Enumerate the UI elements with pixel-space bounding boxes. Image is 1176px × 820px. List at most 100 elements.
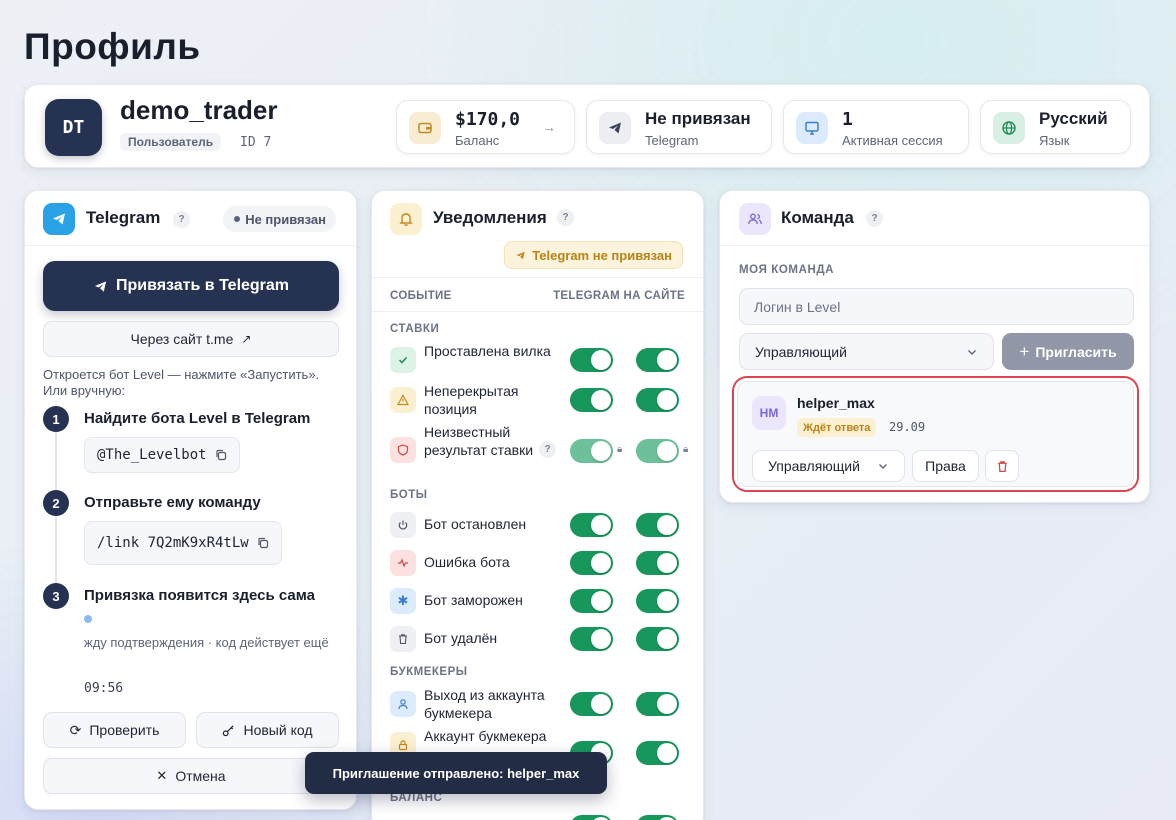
- cancel-label: Отмена: [175, 768, 226, 784]
- bot-name-code[interactable]: @The_Levelbot: [84, 437, 240, 473]
- session-value: 1: [842, 109, 853, 130]
- site-toggle[interactable]: [636, 513, 679, 537]
- site-toggle[interactable]: [636, 692, 679, 716]
- check-button[interactable]: ⟳ Проверить: [43, 712, 186, 748]
- column-channels: TELEGRAM НА САЙТЕ: [553, 290, 685, 302]
- role-select[interactable]: Управляющий: [739, 333, 994, 370]
- telegram-toggle[interactable]: [570, 348, 613, 372]
- step-title: Привязка появится здесь сама: [84, 587, 316, 604]
- role-select-value: Управляющий: [755, 343, 847, 360]
- wallet-icon: [409, 112, 441, 144]
- site-toggle[interactable]: [636, 815, 679, 820]
- rights-label: Права: [925, 458, 966, 474]
- globe-icon: [993, 112, 1025, 144]
- team-panel-header: Команда ?: [720, 191, 1149, 246]
- language-label: Язык: [1039, 133, 1070, 148]
- trash-icon: [996, 460, 1009, 473]
- telegram-toggle[interactable]: [570, 513, 613, 537]
- username: demo_trader: [120, 95, 278, 125]
- new-code-label: Новый код: [243, 722, 313, 738]
- link-command-text: /link 7Q2mK9xR4tLw: [97, 535, 249, 551]
- member-role-value: Управляющий: [768, 458, 860, 474]
- list-item: ✱ Бот заморожен: [390, 586, 690, 616]
- telegram-toggle[interactable]: [570, 551, 613, 575]
- bell-icon: [390, 203, 422, 235]
- site-toggle[interactable]: [636, 348, 679, 372]
- telegram-toggle[interactable]: [570, 388, 613, 412]
- send-icon: [599, 112, 631, 144]
- arrow-right-icon: →: [542, 119, 556, 135]
- send-icon: [515, 250, 526, 261]
- language-value: Русский: [1039, 109, 1108, 128]
- language-stat[interactable]: Русский Язык: [980, 100, 1131, 154]
- page-title: Профиль: [24, 26, 201, 67]
- column-event: СОБЫТИЕ: [390, 290, 452, 302]
- help-icon[interactable]: ?: [173, 211, 190, 228]
- chevron-down-icon: [877, 460, 889, 472]
- link-command-code[interactable]: /link 7Q2mK9xR4tLw: [84, 521, 282, 565]
- telegram-toggle[interactable]: [570, 692, 613, 716]
- list-item: Бот удалён: [390, 624, 690, 654]
- step-number: 2: [43, 490, 69, 516]
- monitor-icon: [796, 112, 828, 144]
- telegram-panel: Telegram ? Не привязан Привязать в Teleg…: [24, 190, 357, 810]
- telegram-toggle[interactable]: [570, 589, 613, 613]
- close-icon: ✕: [156, 768, 168, 783]
- step-title: Отправьте ему команду: [84, 494, 261, 511]
- cancel-button[interactable]: ✕ Отмена: [43, 758, 339, 794]
- invite-button[interactable]: + Пригласить: [1002, 333, 1134, 370]
- new-code-button[interactable]: Новый код: [196, 712, 339, 748]
- list-item: Неизвестный результат ставки ? 🔒︎ 🔒︎: [390, 423, 690, 479]
- open-tme-button[interactable]: Через сайт t.me ↗: [43, 321, 339, 357]
- copy-icon[interactable]: [257, 537, 269, 549]
- site-toggle[interactable]: [636, 741, 679, 765]
- help-icon[interactable]: ?: [557, 209, 574, 226]
- copy-icon[interactable]: [215, 449, 227, 461]
- lock-icon: 🔒︎: [617, 444, 623, 455]
- balance-value: $170,0: [455, 109, 521, 130]
- site-toggle[interactable]: [636, 551, 679, 575]
- list-item: Выход из аккаунта букмекера: [390, 686, 690, 722]
- open-tme-label: Через сайт t.me: [130, 331, 234, 347]
- site-toggle[interactable]: [636, 439, 679, 463]
- member-date: 29.09: [889, 420, 926, 434]
- site-toggle[interactable]: [636, 627, 679, 651]
- my-team-label: МОЯ КОМАНДА: [739, 264, 835, 276]
- user-icon: [390, 691, 416, 717]
- telegram-toggle[interactable]: [570, 627, 613, 651]
- help-icon[interactable]: ?: [866, 210, 883, 227]
- hint-text: Откроется бот Level — нажмите «Запустить…: [43, 367, 320, 398]
- list-item: Проставлена вилка: [390, 342, 690, 378]
- rights-button[interactable]: Права: [912, 450, 979, 482]
- session-stat[interactable]: 1 Активная сессия: [783, 100, 969, 154]
- divider: [372, 311, 703, 312]
- link-telegram-button[interactable]: Привязать в Telegram: [43, 261, 339, 311]
- telegram-warning-badge: Telegram не привязан: [504, 241, 683, 269]
- site-toggle[interactable]: [636, 589, 679, 613]
- bot-name-text: @The_Levelbot: [97, 447, 207, 463]
- group-bots: БОТЫ: [390, 489, 428, 501]
- telegram-toggle[interactable]: [570, 439, 613, 463]
- site-toggle[interactable]: [636, 388, 679, 412]
- user-id: ID 7: [240, 135, 272, 150]
- trash-icon: [390, 626, 416, 652]
- login-input[interactable]: [739, 288, 1134, 325]
- power-icon: [390, 512, 416, 538]
- link-telegram-label: Привязать в Telegram: [115, 277, 290, 294]
- event-label: Проставлена вилка: [424, 343, 551, 359]
- member-role-select[interactable]: Управляющий: [752, 450, 905, 482]
- step-number: 3: [43, 583, 69, 609]
- status-badge: Не привязан: [223, 206, 336, 232]
- team-title: Команда: [781, 208, 854, 227]
- wait-text: жду подтверждения · код действует ещё: [84, 635, 329, 650]
- telegram-stat[interactable]: Не привязан Telegram: [586, 100, 772, 154]
- event-label: Аккаунт букмекера: [424, 728, 547, 744]
- status-badge: Ждёт ответа: [797, 418, 877, 437]
- telegram-toggle[interactable]: [570, 815, 613, 820]
- balance-stat[interactable]: $170,0 Баланс →: [396, 100, 575, 154]
- warning-text: Telegram не привязан: [532, 247, 672, 263]
- key-icon: [222, 724, 235, 737]
- member-avatar: HM: [752, 396, 786, 430]
- delete-button[interactable]: [985, 450, 1019, 482]
- help-icon[interactable]: ?: [539, 441, 556, 458]
